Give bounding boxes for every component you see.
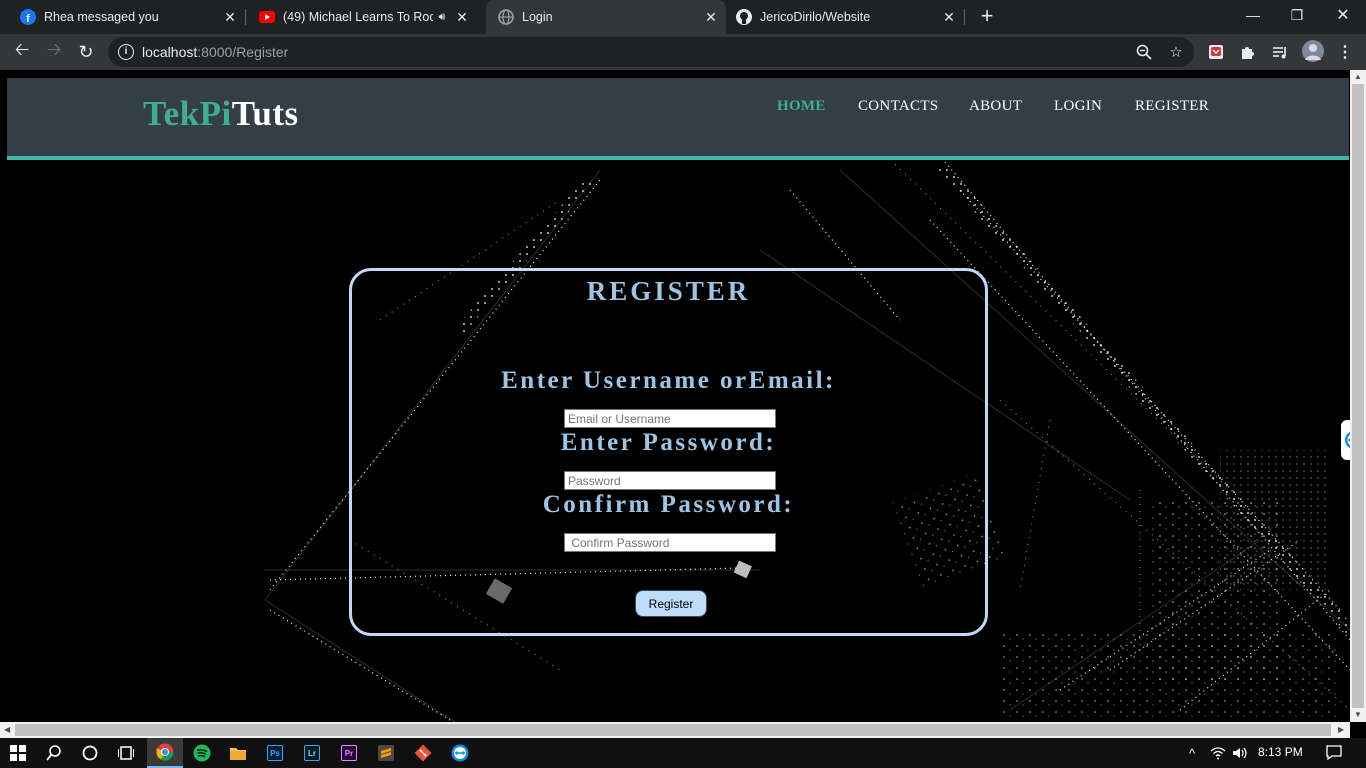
taskbar-clock[interactable]: 8:13 PM <box>1258 745 1303 759</box>
lightroom-icon[interactable]: Lr <box>300 741 324 765</box>
url-text[interactable]: localhost:8000/Register <box>142 44 288 60</box>
username-input[interactable] <box>564 409 776 428</box>
horizontal-scroll-thumb[interactable] <box>15 724 1331 736</box>
new-tab-button[interactable]: + <box>976 5 998 28</box>
premiere-label: Pr <box>341 745 357 761</box>
nav-home[interactable]: HOME <box>777 98 826 115</box>
tab-title: (49) Michael Learns To Rock, ... <box>283 10 433 24</box>
cortana-icon[interactable] <box>78 741 102 765</box>
windows-taskbar: Ps Lr Pr ^ 8:13 PM <box>0 738 1366 768</box>
bookmark-star-icon[interactable]: ☆ <box>1167 43 1185 61</box>
youtube-icon <box>259 9 275 25</box>
nav-register[interactable]: REGISTER <box>1135 98 1209 115</box>
scroll-down-arrow-icon[interactable]: ▼ <box>1354 710 1362 719</box>
profile-avatar[interactable] <box>1302 40 1324 62</box>
globe-icon <box>498 9 514 25</box>
tab-youtube[interactable]: (49) Michael Learns To Rock, ... 🔊︎ ✕ <box>239 0 486 34</box>
register-form-card: REGISTER Enter Username orEmail: Enter P… <box>349 268 988 636</box>
site-logo[interactable]: TekPiTuts <box>143 94 299 134</box>
file-explorer-icon[interactable] <box>226 741 250 765</box>
tab-separator <box>964 9 965 25</box>
close-tab-icon[interactable]: ✕ <box>940 8 958 26</box>
tab-title: Rhea messaged you <box>44 10 159 24</box>
close-window-button[interactable]: ✕ <box>1320 0 1366 30</box>
browser-toolbar: 🡠 🡢 ↻ i localhost:8000/Register ☆ ⋮ <box>0 34 1366 70</box>
scroll-up-arrow-icon[interactable]: ▲ <box>1354 72 1362 81</box>
media-control-icon[interactable] <box>1271 43 1289 61</box>
scroll-left-arrow-icon[interactable]: ◀ <box>4 725 10 734</box>
photoshop-icon[interactable]: Ps <box>263 741 287 765</box>
extensions-puzzle-icon[interactable] <box>1239 43 1257 61</box>
lightroom-label: Lr <box>304 745 320 761</box>
url-path: :8000/Register <box>197 44 289 60</box>
register-button[interactable]: Register <box>635 590 707 617</box>
pocket-extension-icon[interactable] <box>1207 43 1225 61</box>
search-icon[interactable] <box>42 741 66 765</box>
vertical-scroll-thumb[interactable] <box>1352 84 1364 708</box>
wifi-icon[interactable] <box>1206 741 1230 765</box>
browser-menu-icon[interactable]: ⋮ <box>1336 43 1354 61</box>
windows-start-icon[interactable] <box>6 741 30 765</box>
minimize-button[interactable]: — <box>1230 0 1276 30</box>
zoom-icon[interactable] <box>1135 43 1153 61</box>
address-bar[interactable]: i localhost:8000/Register ☆ <box>108 37 1194 67</box>
confirm-password-label: Confirm Password: <box>542 491 795 518</box>
password-input[interactable] <box>564 471 776 490</box>
volume-icon[interactable] <box>1228 741 1252 765</box>
tab-login[interactable]: Login ✕ <box>486 0 726 34</box>
logo-text-main: Tuts <box>231 94 299 133</box>
site-info-icon[interactable]: i <box>118 44 134 60</box>
logo-text-accent: TekPi <box>143 94 232 133</box>
close-tab-icon[interactable]: ✕ <box>453 8 471 26</box>
tab-title: JericoDirilo/Website <box>760 10 871 24</box>
close-tab-icon[interactable]: ✕ <box>221 8 239 26</box>
confirm-password-input[interactable] <box>564 533 776 552</box>
nav-contacts[interactable]: CONTACTS <box>858 98 938 115</box>
tab-facebook[interactable]: f Rhea messaged you ✕ <box>0 0 245 34</box>
site-header: TekPiTuts HOME CONTACTS ABOUT LOGIN REGI… <box>7 78 1349 160</box>
close-tab-icon[interactable]: ✕ <box>702 8 720 26</box>
audio-playing-icon[interactable]: 🔊︎ <box>433 8 451 26</box>
url-host: localhost <box>142 44 198 60</box>
back-button[interactable]: 🡠 <box>8 38 36 66</box>
page-viewport: TekPiTuts HOME CONTACTS ABOUT LOGIN REGI… <box>0 70 1350 722</box>
git-icon[interactable] <box>411 741 435 765</box>
vertical-scrollbar[interactable]: ▲ ▼ <box>1350 70 1366 722</box>
password-label: Enter Password: <box>560 429 777 456</box>
restore-button[interactable]: ❐ <box>1274 0 1320 30</box>
nav-login[interactable]: LOGIN <box>1054 98 1102 115</box>
chrome-icon[interactable] <box>147 738 183 768</box>
svg-text:f: f <box>26 13 30 25</box>
username-label: Enter Username orEmail: <box>501 367 836 394</box>
photoshop-label: Ps <box>267 745 283 761</box>
system-tray-chevron-icon[interactable]: ^ <box>1180 741 1204 765</box>
notifications-icon[interactable] <box>1322 741 1346 765</box>
premiere-icon[interactable]: Pr <box>337 741 361 765</box>
tab-title: Login <box>522 10 553 24</box>
task-view-icon[interactable] <box>114 741 138 765</box>
scroll-right-arrow-icon[interactable]: ▶ <box>1338 725 1344 734</box>
github-icon <box>736 9 752 25</box>
sublime-text-icon[interactable] <box>374 741 398 765</box>
form-title: REGISTER <box>586 276 751 306</box>
teamviewer-icon[interactable] <box>448 741 472 765</box>
horizontal-scrollbar[interactable]: ◀ ▶ <box>0 722 1350 738</box>
tab-github[interactable]: JericoDirilo/Website ✕ <box>726 0 964 34</box>
spotify-icon[interactable] <box>190 741 214 765</box>
forward-button[interactable]: 🡢 <box>40 38 68 66</box>
reload-button[interactable]: ↻ <box>72 38 100 66</box>
facebook-icon: f <box>20 9 36 25</box>
nav-about[interactable]: ABOUT <box>969 98 1022 115</box>
browser-tab-strip: f Rhea messaged you ✕ (49) Michael Learn… <box>0 0 1366 34</box>
